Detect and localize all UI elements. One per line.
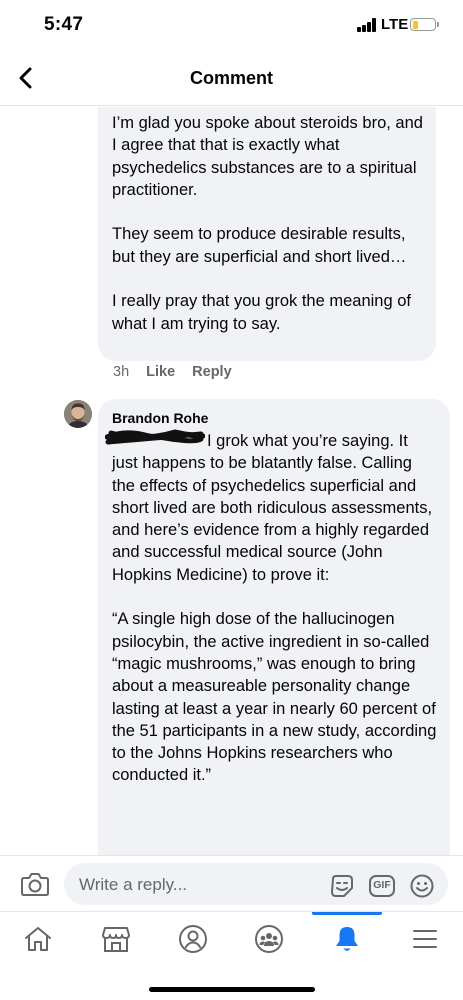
gif-button[interactable]: GIF	[368, 873, 396, 899]
sticker-icon	[330, 875, 353, 897]
reply-composer: Write a reply... GIF	[0, 855, 463, 911]
status-bar: 5:47 LTE	[0, 0, 463, 52]
emoji-icon	[410, 874, 434, 898]
home-indicator	[149, 987, 315, 992]
comment-paragraph: I’m glad you spoke about steroids bro, a…	[112, 114, 423, 199]
reply-button[interactable]: Reply	[192, 364, 232, 380]
comment-author[interactable]: Brandon Rohe	[112, 409, 438, 427]
tab-marketplace[interactable]	[93, 922, 139, 956]
camera-button[interactable]	[20, 870, 50, 898]
status-time: 5:47	[44, 14, 84, 35]
notifications-icon	[336, 927, 358, 951]
comment-paragraph: I really pray that you grok the meaning …	[112, 292, 411, 333]
comment-bubble[interactable]: Brandon Rohe I grok what you’re saying. …	[98, 399, 450, 855]
comment-paragraph: “A single high dose of the hallucinogen …	[112, 610, 437, 785]
home-icon	[25, 927, 51, 951]
nav-header: Comment	[0, 52, 463, 106]
like-button[interactable]: Like	[146, 364, 175, 380]
tab-profile[interactable]	[170, 922, 216, 956]
signal-icon	[357, 18, 377, 32]
reply-placeholder: Write a reply...	[79, 875, 188, 894]
tab-groups[interactable]	[246, 922, 292, 956]
camera-icon	[21, 873, 49, 896]
comment-timestamp: 3h	[113, 364, 130, 380]
page-title: Comment	[189, 68, 273, 88]
active-tab-indicator	[312, 912, 382, 915]
comment-thread[interactable]: I’m glad you spoke about steroids bro, a…	[0, 107, 463, 855]
comment-meta: 3h Like Reply	[113, 364, 232, 380]
avatar[interactable]	[64, 400, 92, 428]
tab-bar	[0, 911, 463, 1000]
comment-paragraph: They seem to produce desirable results, …	[112, 225, 407, 266]
redaction-scribble	[105, 429, 205, 445]
sticker-button[interactable]	[329, 873, 355, 899]
comment-bubble[interactable]: I’m glad you spoke about steroids bro, a…	[98, 107, 436, 361]
network-type: LTE	[381, 16, 409, 33]
menu-icon	[413, 930, 437, 948]
battery-cap	[437, 22, 439, 27]
comment-paragraph: I grok what you’re saying. It just happe…	[112, 432, 433, 584]
marketplace-icon	[102, 927, 130, 952]
profile-icon	[179, 925, 207, 953]
gif-label: GIF	[373, 879, 391, 891]
tab-menu[interactable]	[402, 922, 448, 956]
battery-icon	[410, 18, 436, 31]
tab-notifications[interactable]	[324, 922, 370, 956]
tab-home[interactable]	[15, 922, 61, 956]
emoji-button[interactable]	[409, 873, 435, 899]
groups-icon	[255, 925, 283, 953]
